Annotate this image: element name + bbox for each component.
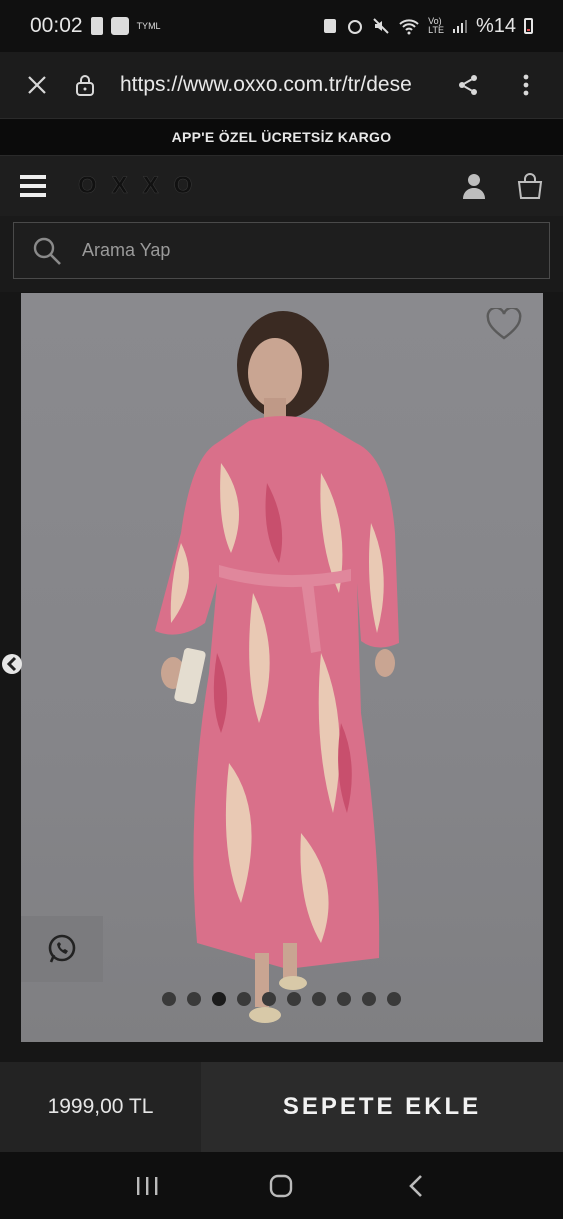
gallery-dot[interactable]: [187, 992, 201, 1006]
account-button[interactable]: [457, 169, 491, 203]
share-button[interactable]: [451, 68, 485, 102]
share-icon: [459, 75, 477, 95]
search-icon: [33, 237, 61, 265]
gallery-icon: [110, 17, 129, 35]
whatsapp-button[interactable]: [21, 916, 103, 982]
gallery-pagination: [0, 992, 563, 1006]
status-bar: 00:02 TYML Vo) LTE %14: [0, 0, 563, 52]
mute-icon: [373, 18, 389, 34]
recent-apps-icon: [137, 1176, 158, 1195]
close-tab-button[interactable]: [20, 68, 54, 102]
cart-button[interactable]: [513, 169, 547, 203]
purchase-bar: 1999,00 TL SEPETE EKLE: [0, 1062, 563, 1152]
back-button[interactable]: [399, 1169, 433, 1203]
wifi-icon: [399, 19, 419, 35]
gallery-dot[interactable]: [362, 992, 376, 1006]
volte-icon: Vo) LTE: [428, 16, 444, 35]
gallery-dot[interactable]: [162, 992, 176, 1006]
search-input[interactable]: [82, 240, 482, 261]
system-nav-bar: [0, 1152, 563, 1219]
battery-icon: [524, 18, 533, 34]
more-vertical-icon: [523, 74, 529, 96]
product-gallery: [0, 292, 563, 1062]
close-icon: [28, 76, 46, 94]
more-menu-button[interactable]: [509, 68, 543, 102]
signal-icon: [452, 20, 467, 33]
status-left: 00:02 TYML: [30, 14, 161, 38]
promo-text: APP'E ÖZEL ÜCRETSİZ KARGO: [171, 129, 392, 145]
menu-button[interactable]: [16, 169, 50, 203]
battery-level: %14: [475, 14, 516, 37]
search-box[interactable]: [13, 222, 550, 279]
site-header: OXXO: [0, 156, 563, 216]
lock-icon[interactable]: [68, 68, 102, 102]
gallery-dot[interactable]: [387, 992, 401, 1006]
gallery-dot[interactable]: [312, 992, 326, 1006]
heart-icon: [486, 306, 522, 340]
recent-apps-button[interactable]: [130, 1169, 164, 1203]
gallery-dot[interactable]: [237, 992, 251, 1006]
header-actions: [457, 169, 547, 203]
chevron-left-icon: [2, 654, 22, 674]
url-text[interactable]: https://www.oxxo.com.tr/tr/dese: [120, 73, 440, 97]
gallery-dot[interactable]: [337, 992, 351, 1006]
product-price: 1999,00 TL: [0, 1062, 201, 1152]
gallery-dot[interactable]: [262, 992, 276, 1006]
carrier-tag: TYML: [136, 21, 161, 31]
whatsapp-icon: [48, 934, 76, 963]
user-icon: [463, 174, 485, 199]
alarm-icon: [348, 20, 363, 34]
alert-icon: [90, 17, 103, 35]
hamburger-icon: [20, 175, 46, 197]
gallery-dot[interactable]: [212, 992, 226, 1006]
previous-image-button[interactable]: [2, 652, 22, 676]
browser-url-bar: https://www.oxxo.com.tr/tr/dese: [0, 52, 563, 118]
clock: 00:02: [30, 14, 83, 37]
brand-logo[interactable]: OXXO: [78, 172, 207, 200]
sync-icon: [324, 19, 337, 33]
favorite-button[interactable]: [486, 306, 522, 345]
url-actions: [451, 68, 543, 102]
home-icon: [270, 1174, 293, 1197]
back-icon: [408, 1174, 422, 1197]
gallery-dot[interactable]: [287, 992, 301, 1006]
promo-banner: APP'E ÖZEL ÜCRETSİZ KARGO: [0, 118, 563, 156]
search-section: [0, 216, 563, 292]
home-button[interactable]: [264, 1169, 298, 1203]
add-to-cart-button[interactable]: SEPETE EKLE: [201, 1062, 563, 1152]
shopping-bag-icon: [517, 173, 543, 199]
status-right: Vo) LTE %14: [322, 15, 533, 38]
